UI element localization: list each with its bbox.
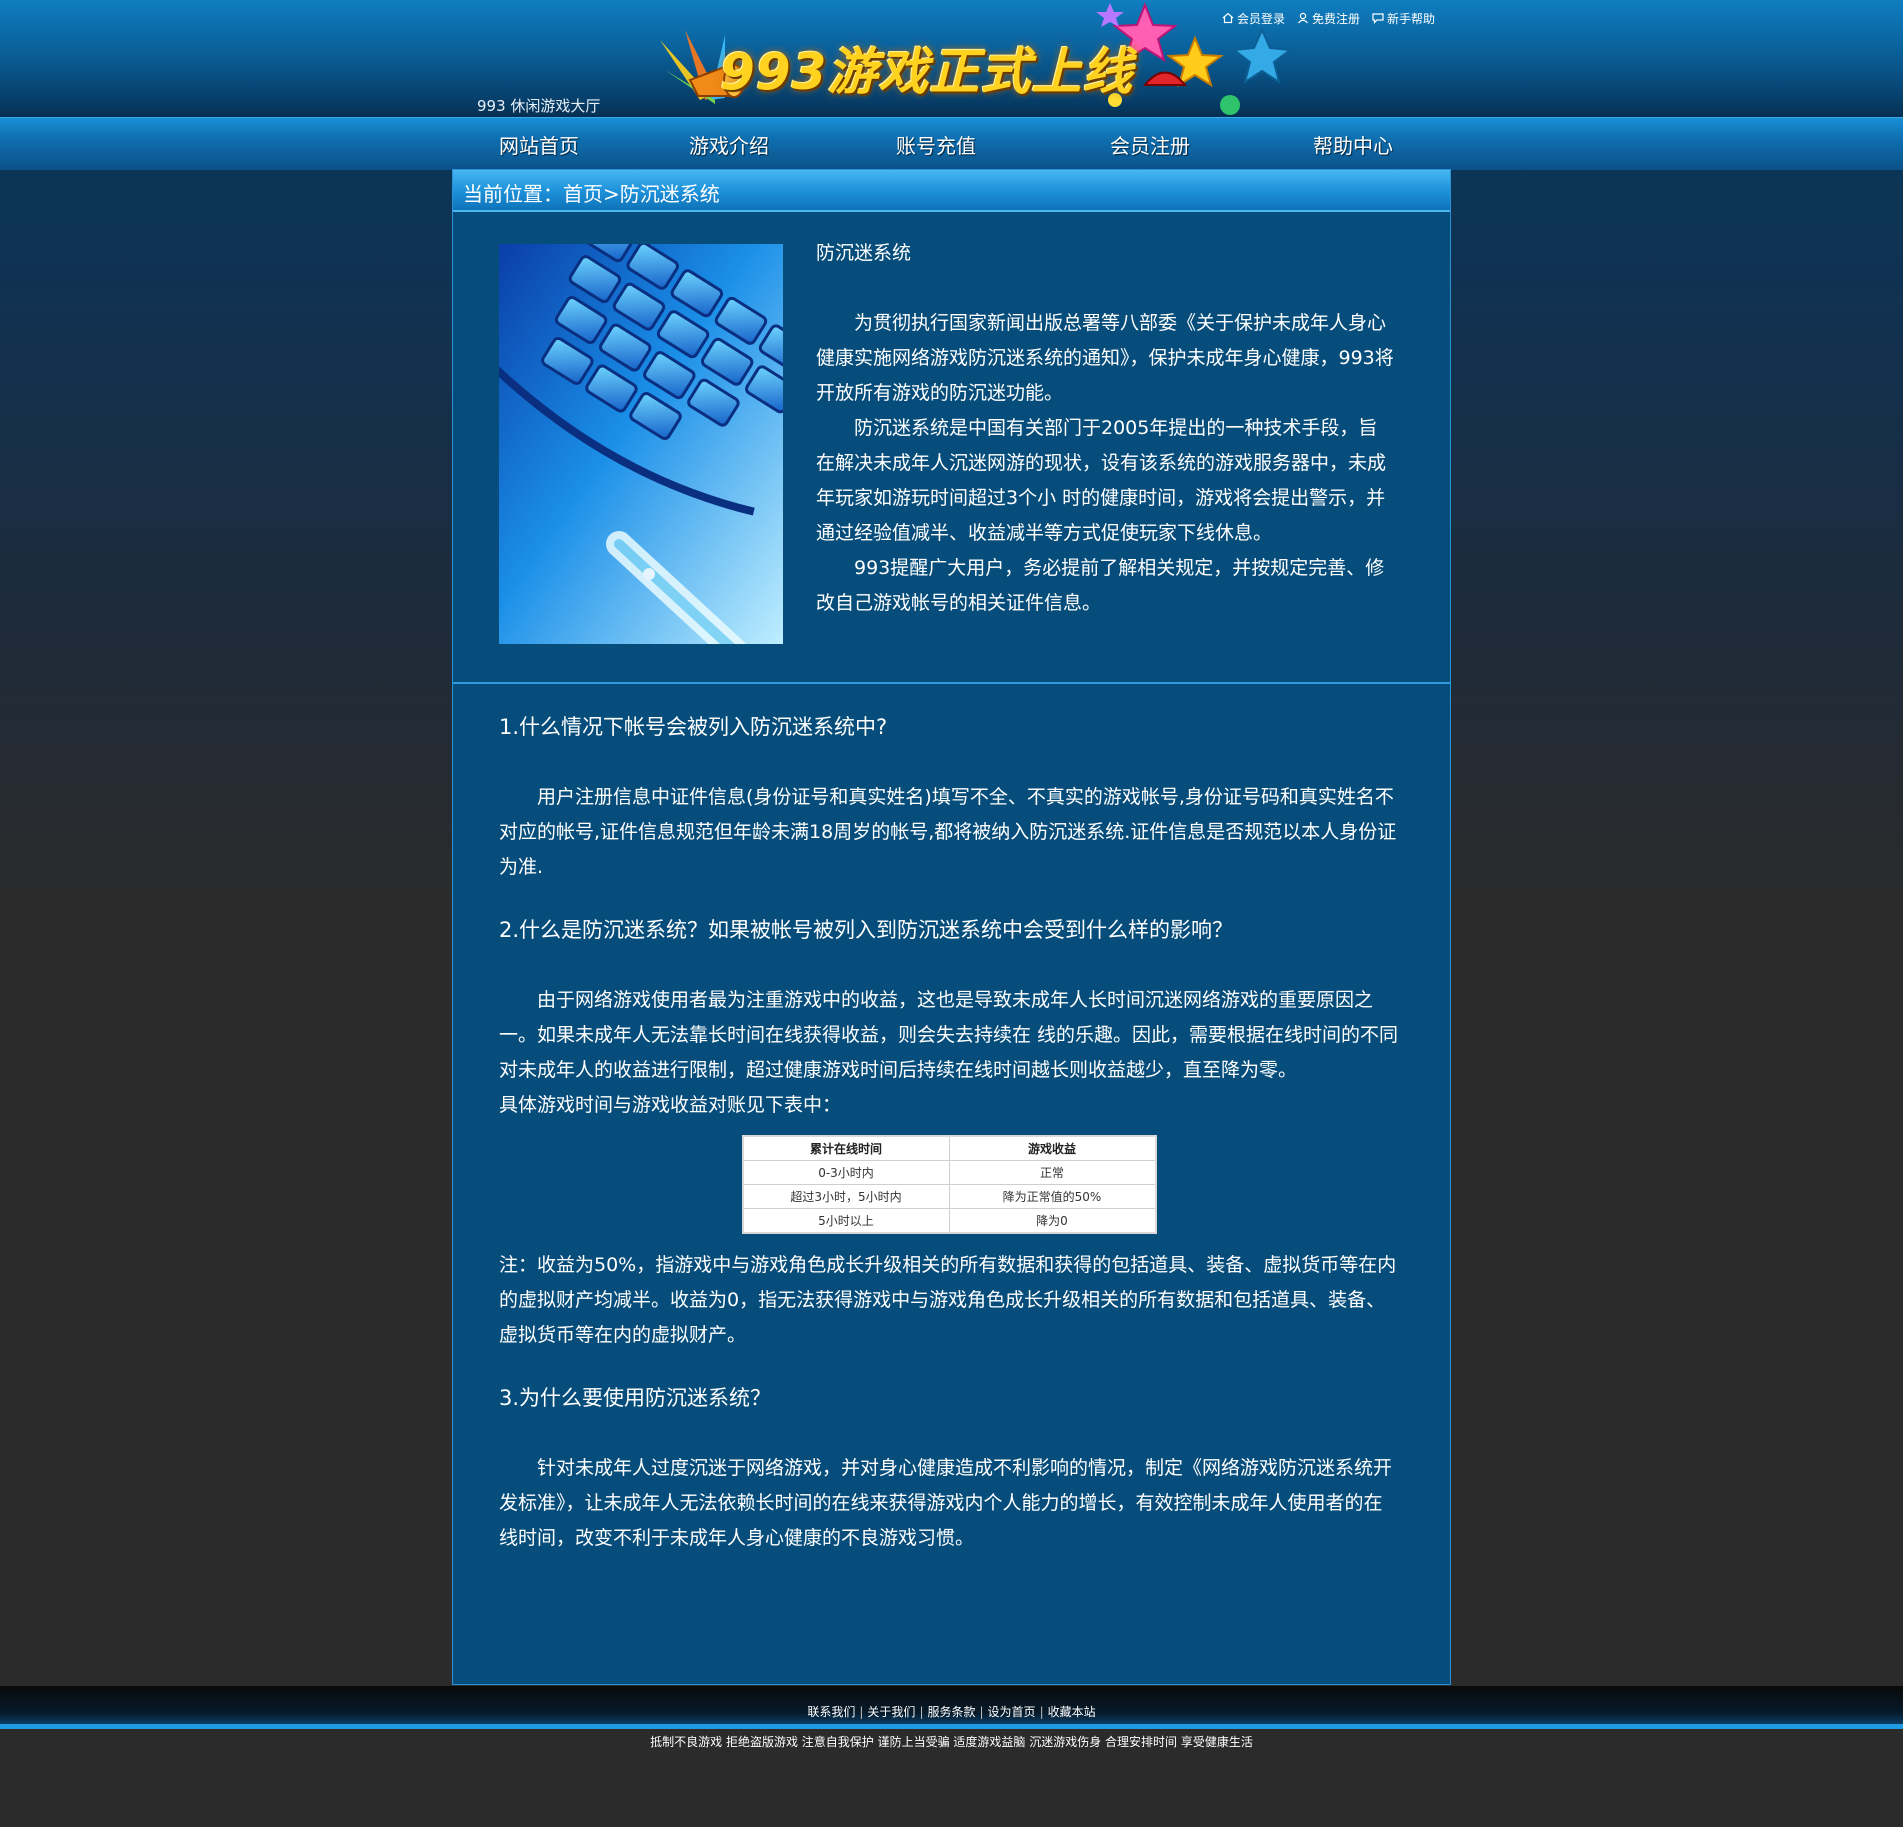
footer-links: 联系我们 | 关于我们 | 服务条款 | 设为首页 | 收藏本站 xyxy=(0,1703,1903,1720)
table-header-row: 累计在线时间 游戏收益 xyxy=(742,1135,1156,1161)
faq-answer-2: 由于网络游戏使用者最为注重游戏中的收益，这也是导致未成年人长时间沉迷网络游戏的重… xyxy=(499,989,1399,1081)
nav-recharge[interactable]: 账号充值 xyxy=(896,130,976,159)
site-header: 993 休闲游戏大厅 993游戏正式上线 会员登录 免费注册 新手帮助 xyxy=(0,0,1903,117)
table-row: 超过3小时，5小时内 降为正常值的50% xyxy=(742,1184,1156,1209)
help-link-label: 新手帮助 xyxy=(1387,11,1436,26)
intro-paragraph: 为贯彻执行国家新闻出版总署等八部委《关于保护未成年人身心健康实施网络游戏防沉迷系… xyxy=(816,312,1394,404)
earnings-table-container: 累计在线时间 游戏收益 0-3小时内 正常 超过3小时，5小时内 降为正常值的5… xyxy=(499,1135,1399,1234)
banner: 993游戏正式上线 xyxy=(640,0,1290,117)
footer-separator: | xyxy=(979,1705,984,1719)
nav-home[interactable]: 网站首页 xyxy=(499,130,579,159)
banner-title: 993游戏正式上线 xyxy=(720,43,1134,101)
nav-help-center[interactable]: 帮助中心 xyxy=(1313,130,1393,159)
footer-link-set-homepage[interactable]: 设为首页 xyxy=(988,1705,1036,1719)
footer-link-terms[interactable]: 服务条款 xyxy=(927,1705,975,1719)
footer-separator: | xyxy=(859,1705,864,1719)
faq-answer-1: 用户注册信息中证件信息(身份证号和真实姓名)填写不全、不真实的游戏帐号,身份证号… xyxy=(499,786,1397,878)
login-link-label: 会员登录 xyxy=(1237,11,1286,26)
intro-title: 防沉迷系统 xyxy=(816,242,912,264)
footer-separator: | xyxy=(919,1705,924,1719)
faq-section: 1.什么情况下帐号会被列入防沉迷系统中? 用户注册信息中证件信息(身份证号和真实… xyxy=(499,710,1399,1556)
footer-link-contact[interactable]: 联系我们 xyxy=(807,1705,855,1719)
site-name: 993 休闲游戏大厅 xyxy=(477,97,601,115)
login-link[interactable]: 会员登录 xyxy=(1222,9,1285,27)
faq-question-3: 3.为什么要使用防沉迷系统？ xyxy=(499,1386,772,1410)
table-header: 累计在线时间 xyxy=(742,1135,950,1161)
top-links: 会员登录 免费注册 新手帮助 xyxy=(1222,9,1435,27)
footer-separator: | xyxy=(1039,1705,1044,1719)
nav-register[interactable]: 会员注册 xyxy=(1110,130,1190,159)
breadcrumb: 当前位置：首页>防沉迷系统 xyxy=(453,170,1450,212)
footer-divider xyxy=(0,1724,1903,1729)
earnings-table: 累计在线时间 游戏收益 0-3小时内 正常 超过3小时，5小时内 降为正常值的5… xyxy=(741,1135,1157,1234)
table-cell: 5小时以上 xyxy=(742,1208,950,1234)
main-nav: 网站首页 游戏介绍 账号充值 会员注册 帮助中心 xyxy=(0,117,1903,170)
table-cell: 降为正常值的50% xyxy=(948,1184,1156,1209)
table-row: 0-3小时内 正常 xyxy=(742,1160,1156,1185)
faq-question-1: 1.什么情况下帐号会被列入防沉迷系统中? xyxy=(499,715,888,739)
chat-icon xyxy=(1372,13,1384,24)
keyboard-image xyxy=(499,244,783,644)
intro-paragraph: 防沉迷系统是中国有关部门于2005年提出的一种技术手段，旨在解决未成年人沉迷网游… xyxy=(816,417,1387,544)
table-header: 游戏收益 xyxy=(948,1135,1156,1161)
home-icon xyxy=(1222,12,1234,24)
user-icon xyxy=(1298,12,1308,24)
footer-link-bookmark[interactable]: 收藏本站 xyxy=(1048,1705,1096,1719)
breadcrumb-text: 当前位置：首页>防沉迷系统 xyxy=(463,182,720,206)
faq-answer-3: 针对未成年人过度沉迷于网络游戏，并对身心健康造成不利影响的情况，制定《网络游戏防… xyxy=(499,1457,1393,1549)
section-divider xyxy=(453,682,1450,684)
faq-question-2: 2.什么是防沉迷系统？如果被帐号被列入到防沉迷系统中会受到什么样的影响？ xyxy=(499,918,1234,942)
footer-slogan: 抵制不良游戏 拒绝盗版游戏 注意自我保护 谨防上当受骗 适度游戏益脑 沉迷游戏伤… xyxy=(650,1735,1253,1749)
nav-game-intro[interactable]: 游戏介绍 xyxy=(689,130,769,159)
intro-text: 防沉迷系统 为贯彻执行国家新闻出版总署等八部委《关于保护未成年人身心健康实施网络… xyxy=(816,236,1396,621)
footer-link-about[interactable]: 关于我们 xyxy=(867,1705,915,1719)
table-cell: 降为0 xyxy=(948,1208,1156,1234)
table-intro: 具体游戏时间与游戏收益对账见下表中： xyxy=(499,1094,842,1116)
earnings-note: 注：收益为50%，指游戏中与游戏角色成长升级相关的所有数据和获得的包括道具、装备… xyxy=(499,1254,1397,1346)
table-cell: 0-3小时内 xyxy=(742,1160,950,1185)
table-row: 5小时以上 降为0 xyxy=(742,1208,1156,1234)
register-link-label: 免费注册 xyxy=(1312,11,1361,26)
table-cell: 正常 xyxy=(948,1160,1156,1185)
help-link[interactable]: 新手帮助 xyxy=(1372,9,1435,27)
table-cell: 超过3小时，5小时内 xyxy=(742,1184,950,1209)
intro-paragraph: 993提醒广大用户，务必提前了解相关规定，并按规定完善、修改自己游戏帐号的相关证… xyxy=(816,557,1385,614)
register-link[interactable]: 免费注册 xyxy=(1297,9,1360,27)
content-panel: 当前位置：首页>防沉迷系统 防沉迷系统 为贯彻执行国家新闻出版总署等八部委《关于… xyxy=(452,169,1451,1685)
